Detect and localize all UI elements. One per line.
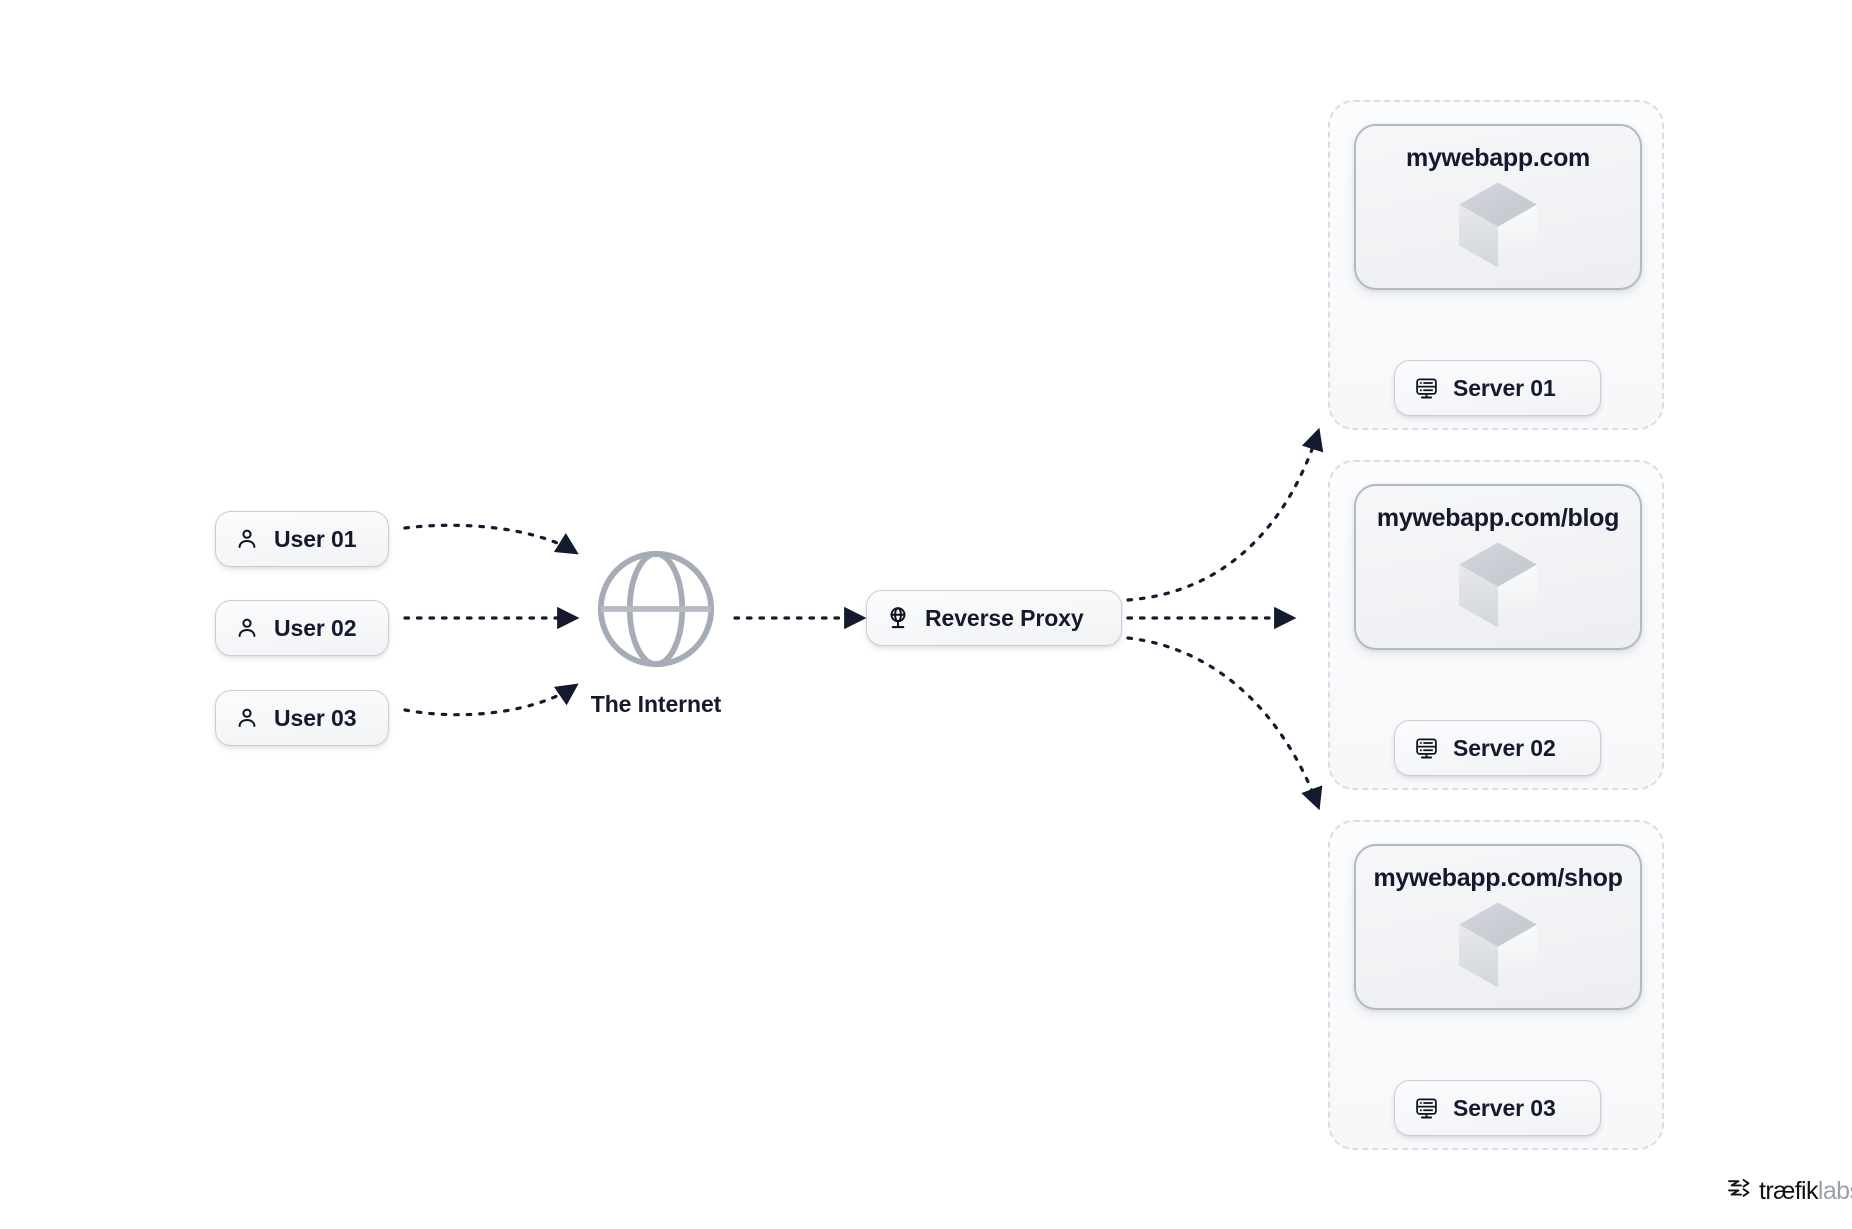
service-group-2: mywebapp.com/blog Server 02: [1328, 460, 1664, 790]
diagram-canvas: User 01 User 02 User 03 The Internet Rev…: [0, 0, 1852, 1229]
logo-name-bold: træfik: [1759, 1177, 1819, 1205]
traefik-labs-logo: træfiklabs: [1726, 1177, 1852, 1206]
internet-node: The Internet: [582, 540, 730, 718]
client-label: User 02: [274, 614, 357, 641]
edge-proxy-to-service-3: [1126, 636, 1323, 811]
traefik-chevrons-icon: [1726, 1177, 1752, 1206]
server-pill-3[interactable]: Server 03: [1394, 1080, 1601, 1136]
service-card-3[interactable]: mywebapp.com/shop: [1354, 844, 1642, 1010]
user-icon: [234, 526, 260, 552]
server-rack-icon: [1413, 735, 1439, 761]
server-pill-2[interactable]: Server 02: [1394, 720, 1601, 776]
reverse-proxy-pill[interactable]: Reverse Proxy: [866, 590, 1122, 646]
client-label: User 03: [274, 704, 357, 731]
client-label: User 01: [274, 525, 357, 552]
server-pill-1[interactable]: Server 01: [1394, 360, 1601, 416]
service-card-1[interactable]: mywebapp.com: [1354, 124, 1642, 290]
logo-wordmark: træfiklabs: [1759, 1179, 1852, 1204]
reverse-proxy-label: Reverse Proxy: [925, 604, 1084, 631]
service-card-2[interactable]: mywebapp.com/blog: [1354, 484, 1642, 650]
server-label: Server 03: [1453, 1094, 1556, 1121]
network-globe-stand-icon: [885, 605, 911, 631]
client-pill-user-03[interactable]: User 03: [215, 690, 389, 746]
cube-icon: [1453, 899, 1543, 991]
client-pill-user-01[interactable]: User 01: [215, 511, 389, 567]
service-group-1: mywebapp.com Server 01: [1328, 100, 1664, 430]
edge-user01-to-internet: [403, 523, 579, 555]
client-pill-user-02[interactable]: User 02: [215, 600, 389, 656]
server-label: Server 01: [1453, 374, 1556, 401]
user-icon: [234, 615, 260, 641]
service-domain: mywebapp.com/blog: [1376, 504, 1620, 532]
service-domain: mywebapp.com/shop: [1373, 864, 1623, 892]
server-rack-icon: [1413, 375, 1439, 401]
internet-label: The Internet: [590, 691, 722, 717]
server-rack-icon: [1413, 1095, 1439, 1121]
cube-icon: [1453, 179, 1543, 271]
service-domain: mywebapp.com: [1406, 144, 1590, 172]
edge-user03-to-internet: [403, 683, 579, 717]
service-group-3: mywebapp.com/shop Server 03: [1328, 820, 1664, 1150]
logo-name-light: labs: [1817, 1177, 1852, 1205]
user-icon: [234, 705, 260, 731]
server-label: Server 02: [1453, 734, 1556, 761]
globe-icon: [587, 540, 725, 683]
cube-icon: [1453, 539, 1543, 631]
edge-proxy-to-service-1: [1126, 427, 1324, 602]
